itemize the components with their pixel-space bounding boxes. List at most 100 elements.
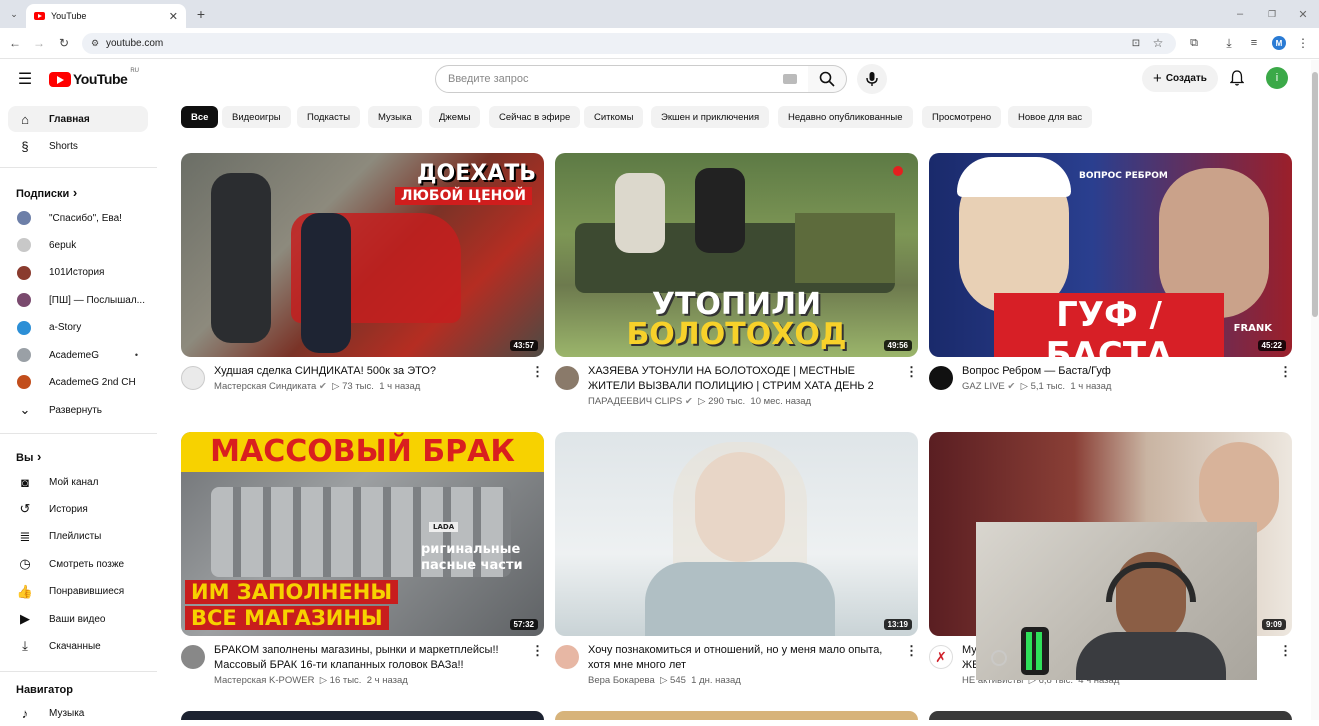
channel-name[interactable]: Мастерская Синдиката [214,381,316,392]
sidebar-item-watch-later[interactable]: ◷ Смотреть позже [8,551,148,577]
sidebar-item-playlists[interactable]: ≣ Плейлисты [8,524,148,550]
sidebar-subscription[interactable]: AcademeG • [8,342,148,368]
reload-icon[interactable]: ↻ [56,35,72,51]
close-window-icon[interactable]: ✕ [1295,6,1311,22]
sidebar-item-download[interactable]: ⤓ Скачанные [8,633,148,659]
sidebar-subscription[interactable]: 6epuk [8,232,148,258]
sidebar-subscription[interactable]: AcademeG 2nd CH [8,369,148,395]
media-controls-icon[interactable]: ≡ [1246,35,1262,51]
channel-name[interactable]: ПАРАДЕЕВИЧ CLIPS [588,396,682,407]
you-header[interactable]: Вы › [16,449,41,464]
chip-6[interactable]: Ситкомы [584,106,644,128]
channel-avatar[interactable] [181,645,205,669]
chip-4[interactable]: Джемы [429,106,481,128]
back-icon[interactable]: ← [7,35,23,51]
youtube-logo[interactable]: YouTube RU [49,68,139,88]
address-bar[interactable]: ⚙ youtube.com [82,33,1176,54]
video-thumbnail[interactable] [555,711,918,720]
hamburger-menu-icon[interactable]: ☰ [16,70,34,88]
chip-3[interactable]: Музыка [368,106,422,128]
minimize-window-icon[interactable]: – [1232,6,1248,22]
video-title[interactable]: Вопрос Ребром — Баста/Гуф [962,364,1262,379]
expand-subscriptions-button[interactable]: ⌄ Развернуть [8,397,148,423]
chip-7[interactable]: Экшен и приключения [651,106,770,128]
navigator-header: Навигатор [16,684,73,696]
chip-9[interactable]: Просмотрено [922,106,1002,128]
video-thumbnail[interactable]: МАССОВЫЙ БРАК LADA ригинальные пасные ча… [181,432,544,636]
video-title[interactable]: ХАЗЯЕВА УТОНУЛИ НА БОЛОТОХОДЕ | МЕСТНЫЕ … [588,364,888,394]
sidebar-item-history[interactable]: ↺ История [8,496,148,522]
extensions-icon[interactable]: ⧉ [1186,35,1202,51]
upload-age: 1 дн. назад [691,675,741,686]
chip-2[interactable]: Подкасты [297,106,361,128]
chip-10[interactable]: Новое для вас [1008,106,1093,128]
chip-0[interactable]: Все [181,106,219,128]
search-button[interactable] [808,65,847,93]
keyboard-icon[interactable] [783,74,797,84]
more-actions-icon[interactable]: ⋮ [1279,364,1292,380]
sidebar-subscription[interactable]: "Спасибо", Ева! [8,205,148,231]
browser-menu-icon[interactable]: ⋮ [1297,35,1309,51]
more-actions-icon[interactable]: ⋮ [1279,643,1292,659]
video-title[interactable]: Худшая сделка СИНДИКАТА! 500к за ЭТО? [214,364,514,379]
downloads-icon[interactable]: ⤓ [1221,35,1237,51]
sidebar-subscription[interactable]: a-Story [8,315,148,341]
new-tab-button[interactable]: + [193,6,209,22]
channel-avatar[interactable]: ✗ [929,645,953,669]
browser-tab[interactable]: YouTube ✕ [26,4,186,28]
user-avatar[interactable]: i [1266,67,1288,89]
sidebar-item-label: Мой канал [49,476,99,488]
more-actions-icon[interactable]: ⋮ [531,364,544,380]
sidebar-item-your-videos[interactable]: ▶ Ваши видео [8,606,148,632]
scrollbar-thumb[interactable] [1312,72,1318,317]
sidebar-item-home[interactable]: ⌂ Главная [8,106,148,132]
video-title[interactable]: БРАКОМ заполнены магазины, рынки и марке… [214,643,514,673]
sidebar-subscription[interactable]: 101История [8,260,148,286]
chip-8[interactable]: Недавно опубликованные [778,106,913,128]
chip-1[interactable]: Видеоигры [222,106,291,128]
video-thumbnail[interactable] [181,711,544,720]
channel-avatar[interactable] [555,366,579,390]
video-title[interactable]: Хочу познакомиться и отношений, но у мен… [588,643,888,673]
sidebar-item-channel[interactable]: ◙ Мой канал [8,469,148,495]
channel-name[interactable]: Вера Бокарева [588,675,655,686]
video-thumbnail[interactable]: ВОПРОС РЕБРОМ ГУФ / БАСТА FRANK 45:22 [929,153,1292,357]
channel-name[interactable]: Мастерская K-POWER [214,675,314,686]
more-actions-icon[interactable]: ⋮ [531,643,544,659]
profile-avatar[interactable]: M [1272,36,1286,50]
channel-avatar [17,320,31,335]
video-thumbnail[interactable]: ДОЕХАТЬ любой ценой 43:57 [181,153,544,357]
thumbnail-text: ДОЕХАТЬ [416,161,536,186]
more-actions-icon[interactable]: ⋮ [905,643,918,659]
tab-close-icon[interactable]: ✕ [169,10,178,23]
video-thumbnail[interactable]: УТОПИЛИ БОЛОТОХОД 49:56 [555,153,918,357]
tab-list-button[interactable]: ⌄ [6,7,22,21]
bookmark-star-icon[interactable]: ☆ [1150,35,1166,51]
sidebar-item-shorts[interactable]: § Shorts [8,134,148,160]
more-actions-icon[interactable]: ⋮ [905,364,918,380]
video-meta: Мастерская K-POWER ▷ 16 тыс. 2 ч назад [214,675,408,686]
sidebar-item-music[interactable]: ♪ Музыка [8,700,148,726]
voice-search-button[interactable] [857,64,887,94]
channel-avatar[interactable] [181,366,205,390]
search-input[interactable]: Введите запрос [435,65,810,93]
notifications-button[interactable] [1228,69,1246,87]
chip-5[interactable]: Сейчас в эфире [489,106,581,128]
site-info-icon[interactable]: ⚙ [88,36,102,50]
sidebar-subscription[interactable]: [ПШ] — Послышал... [8,287,148,313]
thumbnail-text: FRANK [1233,323,1272,334]
video-thumbnail[interactable] [929,711,1292,720]
channel-avatar[interactable] [929,366,953,390]
subscriptions-header[interactable]: Подписки › [16,185,77,200]
channel-avatar[interactable] [555,645,579,669]
create-button[interactable]: + Создать [1142,65,1218,92]
music-icon: ♪ [21,705,29,721]
install-app-icon[interactable]: ⊡ [1128,36,1144,50]
video-duration: 49:56 [883,340,912,351]
channel-name[interactable]: GAZ LIVE [962,381,1005,392]
video-thumbnail[interactable]: 13:19 [555,432,918,636]
restore-window-icon[interactable]: ❐ [1264,6,1280,22]
page-scrollbar[interactable] [1311,60,1319,720]
forward-icon[interactable]: → [31,35,47,51]
sidebar-item-like[interactable]: 👍 Понравившиеся [8,579,148,605]
